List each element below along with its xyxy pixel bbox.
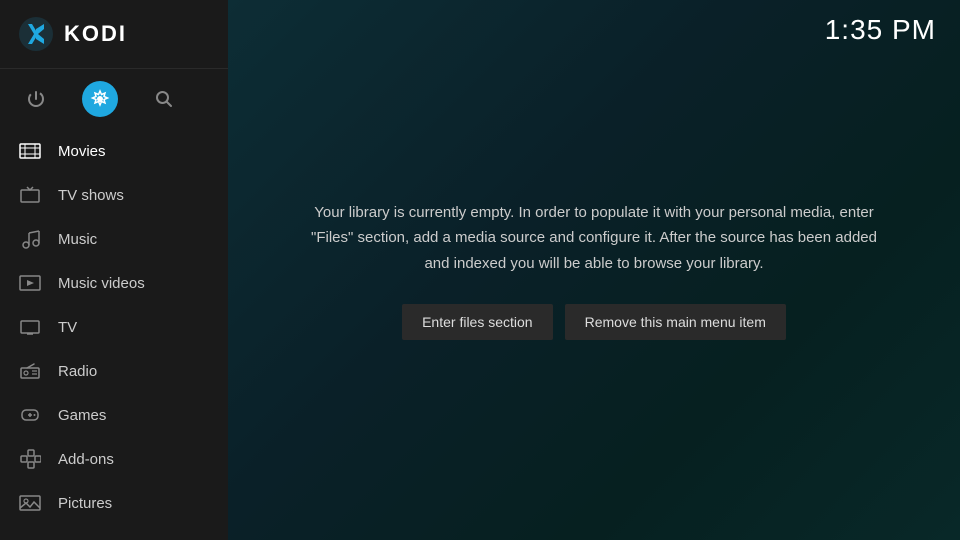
sidebar-item-tv-shows[interactable]: TV shows [0,173,228,217]
pictures-label: Pictures [58,495,112,512]
main-content: 1:35 PM Your library is currently empty.… [228,0,960,540]
music-video-icon [18,271,42,295]
movies-label: Movies [58,143,106,160]
sidebar-item-tv[interactable]: TV [0,305,228,349]
games-label: Games [58,407,106,424]
sidebar-item-games[interactable]: Games [0,393,228,437]
music-label: Music [58,231,97,248]
clock-display: 1:35 PM [825,14,936,46]
kodi-logo-icon [18,16,54,52]
sidebar-item-music[interactable]: Music [0,217,228,261]
sidebar-nav: Movies TV shows Music Music videos TV [0,129,228,540]
tv-label: TV [58,319,77,336]
sidebar-item-pictures[interactable]: Pictures [0,481,228,525]
music-videos-label: Music videos [58,275,145,292]
sidebar: KODI Movies [0,0,228,540]
remove-menu-item-button[interactable]: Remove this main menu item [565,304,786,340]
sidebar-item-music-videos[interactable]: Music videos [0,261,228,305]
tv-shows-icon [18,183,42,207]
empty-library-message: Your library is currently empty. In orde… [308,200,880,277]
sidebar-item-movies[interactable]: Movies [0,129,228,173]
action-buttons: Enter files section Remove this main men… [402,304,786,340]
app-header: KODI [0,0,228,69]
movie-icon [18,139,42,163]
sidebar-top-icons [0,69,228,129]
add-ons-label: Add-ons [58,451,114,468]
radio-label: Radio [58,363,97,380]
games-icon [18,403,42,427]
power-icon [26,89,46,109]
radio-icon [18,359,42,383]
tv-shows-label: TV shows [58,187,124,204]
settings-icon [90,89,110,109]
search-button[interactable] [146,81,182,117]
addons-icon [18,447,42,471]
power-button[interactable] [18,81,54,117]
enter-files-button[interactable]: Enter files section [402,304,553,340]
pictures-icon [18,491,42,515]
music-icon [18,227,42,251]
sidebar-item-radio[interactable]: Radio [0,349,228,393]
sidebar-item-add-ons[interactable]: Add-ons [0,437,228,481]
search-icon [154,89,174,109]
tv-icon [18,315,42,339]
content-center: Your library is currently empty. In orde… [228,0,960,540]
settings-button[interactable] [82,81,118,117]
app-title: KODI [64,21,127,47]
